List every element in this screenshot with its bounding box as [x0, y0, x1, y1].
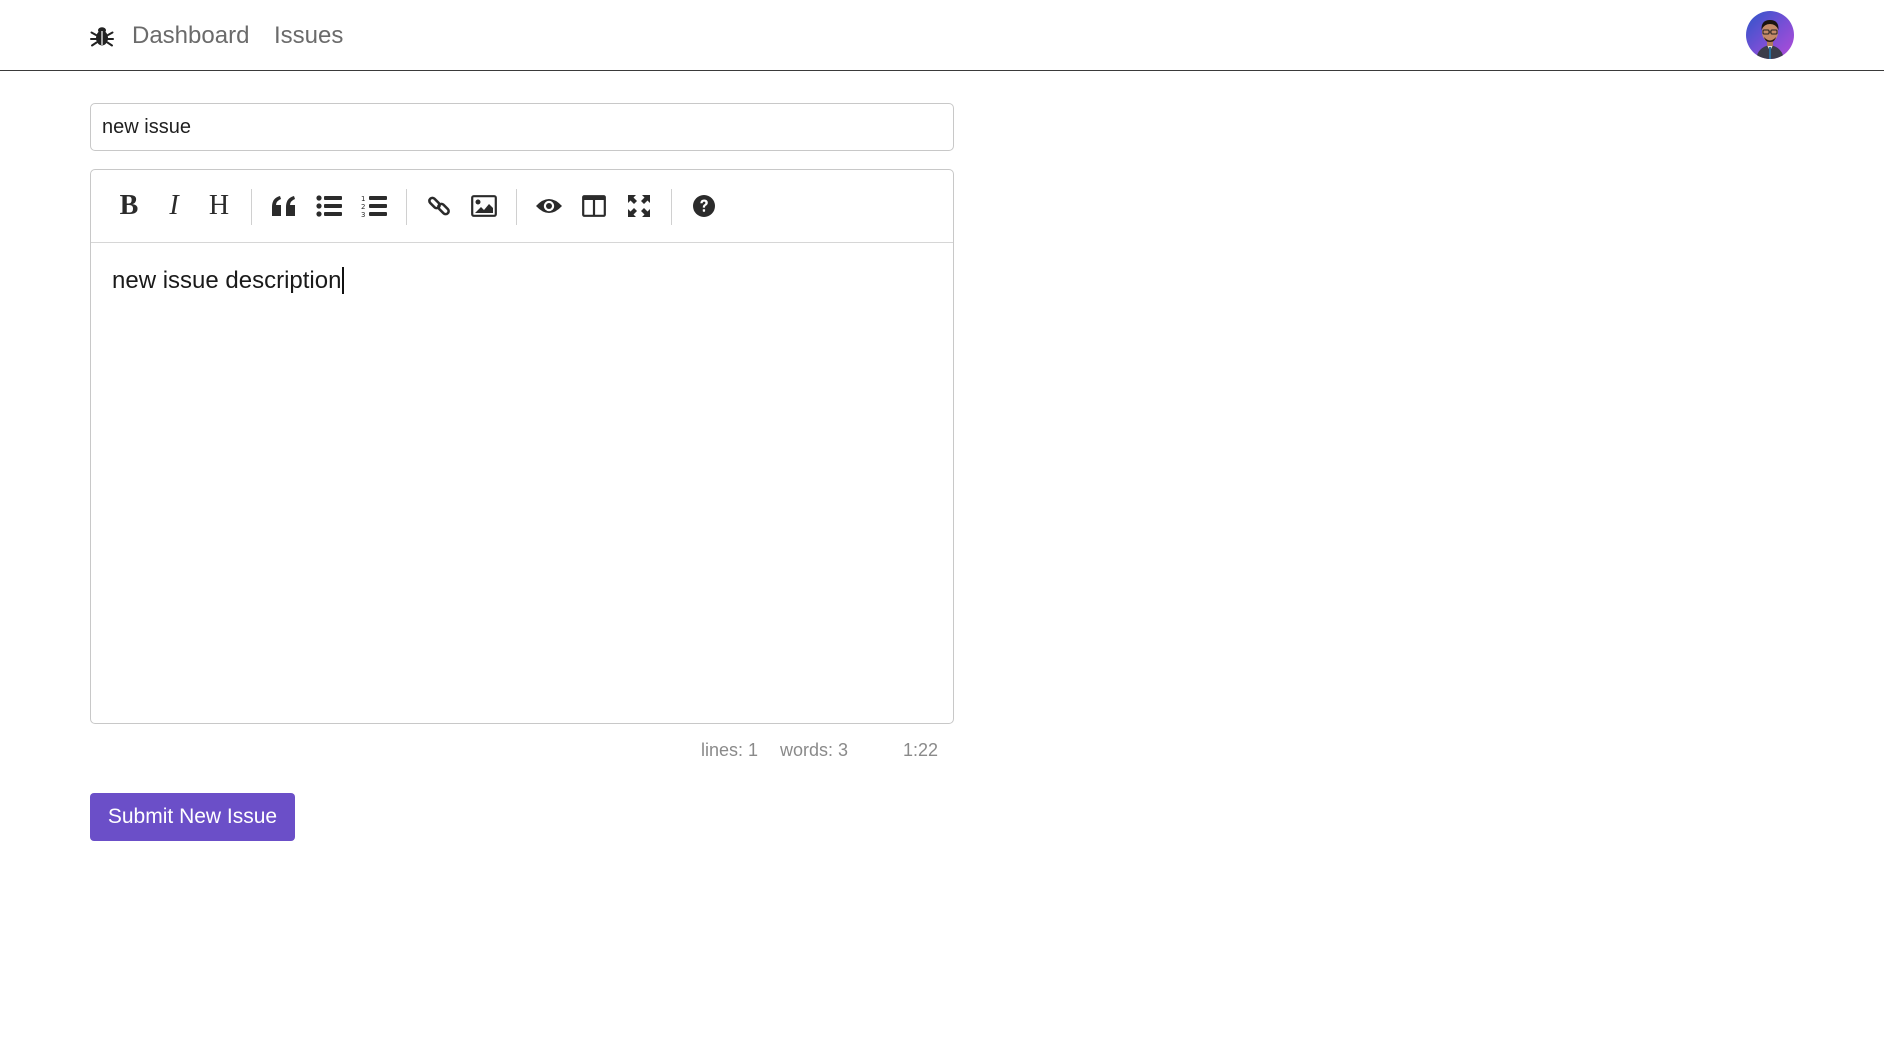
preview-button[interactable]	[531, 188, 567, 224]
expand-icon	[628, 195, 650, 217]
toolbar-separator	[516, 189, 517, 225]
nav-issues-link[interactable]: Issues	[274, 21, 343, 51]
eye-icon	[536, 199, 562, 213]
status-words: words: 3	[780, 740, 849, 760]
quote-icon	[272, 196, 295, 216]
issue-title-input[interactable]	[90, 103, 954, 151]
italic-button[interactable]: I	[156, 188, 192, 224]
unordered-list-button[interactable]	[311, 188, 347, 224]
svg-text:1: 1	[361, 195, 365, 203]
question-circle-icon	[693, 195, 715, 217]
toolbar-separator	[671, 189, 672, 225]
navbar: Dashboard Issues	[0, 0, 1884, 71]
heading-icon: H	[208, 190, 230, 221]
svg-text:3: 3	[361, 211, 365, 218]
submit-issue-button[interactable]: Submit New Issue	[90, 793, 295, 841]
unordered-list-icon	[316, 195, 342, 217]
toolbar-separator	[251, 189, 252, 225]
toolbar-separator	[406, 189, 407, 225]
editor-content: new issue description	[112, 267, 345, 294]
nav-dashboard-link[interactable]: Dashboard	[132, 21, 249, 51]
link-button[interactable]	[421, 188, 457, 224]
bold-icon: B	[119, 190, 139, 221]
columns-icon	[582, 195, 606, 217]
image-button[interactable]	[466, 188, 502, 224]
svg-text:2: 2	[361, 203, 365, 211]
quote-button[interactable]	[266, 188, 302, 224]
image-icon	[471, 195, 497, 217]
markdown-editor: B I H 1 2 3 new issue description	[90, 169, 954, 724]
bug-icon[interactable]	[90, 24, 114, 48]
editor-toolbar: B I H 1 2 3	[91, 170, 953, 243]
italic-icon: I	[169, 190, 179, 221]
ordered-list-icon: 1 2 3	[361, 195, 387, 218]
status-lines: lines: 1	[701, 740, 759, 760]
editor-text-area[interactable]: new issue description	[91, 243, 953, 723]
status-cursor: 1:22	[903, 740, 939, 760]
link-icon	[428, 196, 450, 216]
side-by-side-button[interactable]	[576, 188, 612, 224]
heading-button[interactable]: H	[201, 188, 237, 224]
ordered-list-button[interactable]: 1 2 3	[356, 188, 392, 224]
bold-button[interactable]: B	[111, 188, 147, 224]
guide-button[interactable]	[686, 188, 722, 224]
user-avatar[interactable]	[1746, 11, 1794, 59]
fullscreen-button[interactable]	[621, 188, 657, 224]
